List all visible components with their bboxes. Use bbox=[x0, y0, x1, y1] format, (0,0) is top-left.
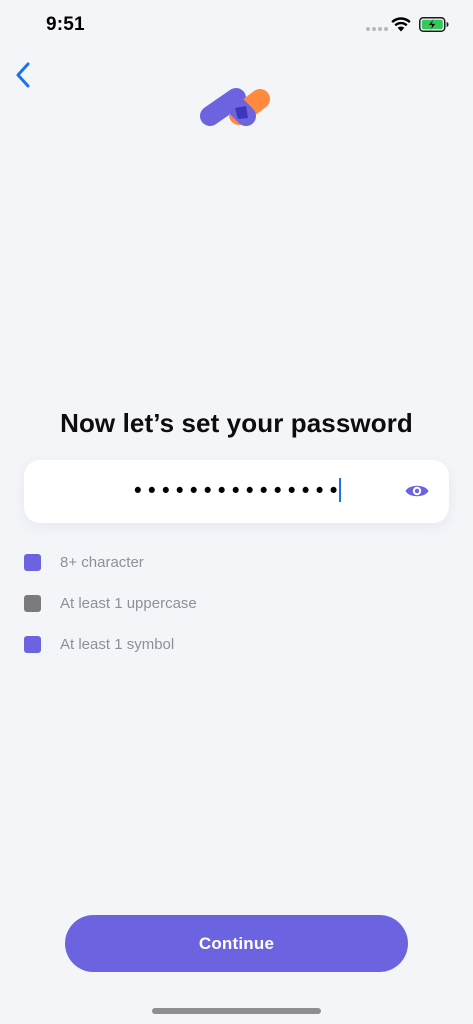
password-mask: ••••••••••••••• bbox=[131, 479, 342, 503]
requirement-label: At least 1 uppercase bbox=[60, 594, 197, 612]
requirement-label: 8+ character bbox=[60, 553, 144, 571]
requirement-checkbox bbox=[24, 635, 41, 653]
page-title: Now let’s set your password bbox=[60, 408, 413, 438]
continue-button-label: Continue bbox=[198, 933, 275, 953]
text-cursor bbox=[339, 478, 342, 502]
chevron-left-icon bbox=[16, 62, 30, 88]
password-input[interactable]: ••••••••••••••• bbox=[24, 477, 449, 505]
requirement-checkbox bbox=[24, 594, 41, 612]
requirement-item: 8+ character bbox=[24, 551, 444, 573]
cellular-signal-icon bbox=[366, 27, 388, 31]
back-button[interactable] bbox=[8, 58, 38, 92]
home-indicator bbox=[152, 1008, 321, 1014]
password-requirements: 8+ character At least 1 uppercase At lea… bbox=[24, 551, 444, 674]
continue-button[interactable]: Continue bbox=[65, 915, 408, 972]
password-field[interactable]: ••••••••••••••• bbox=[24, 460, 449, 523]
eye-icon bbox=[405, 485, 429, 497]
wifi-icon bbox=[391, 17, 411, 32]
set-password-screen: 9:51 Now let’s set your password •••••••… bbox=[0, 0, 473, 1024]
app-logo-icon bbox=[200, 88, 270, 126]
status-bar: 9:51 bbox=[0, 0, 473, 54]
requirement-label: At least 1 symbol bbox=[60, 635, 175, 653]
show-password-button[interactable] bbox=[403, 478, 431, 504]
requirement-checkbox bbox=[24, 553, 41, 571]
requirement-item: At least 1 uppercase bbox=[24, 592, 444, 614]
battery-charging-icon bbox=[419, 17, 449, 32]
status-time: 9:51 bbox=[46, 14, 85, 35]
requirement-item: At least 1 symbol bbox=[24, 633, 444, 655]
